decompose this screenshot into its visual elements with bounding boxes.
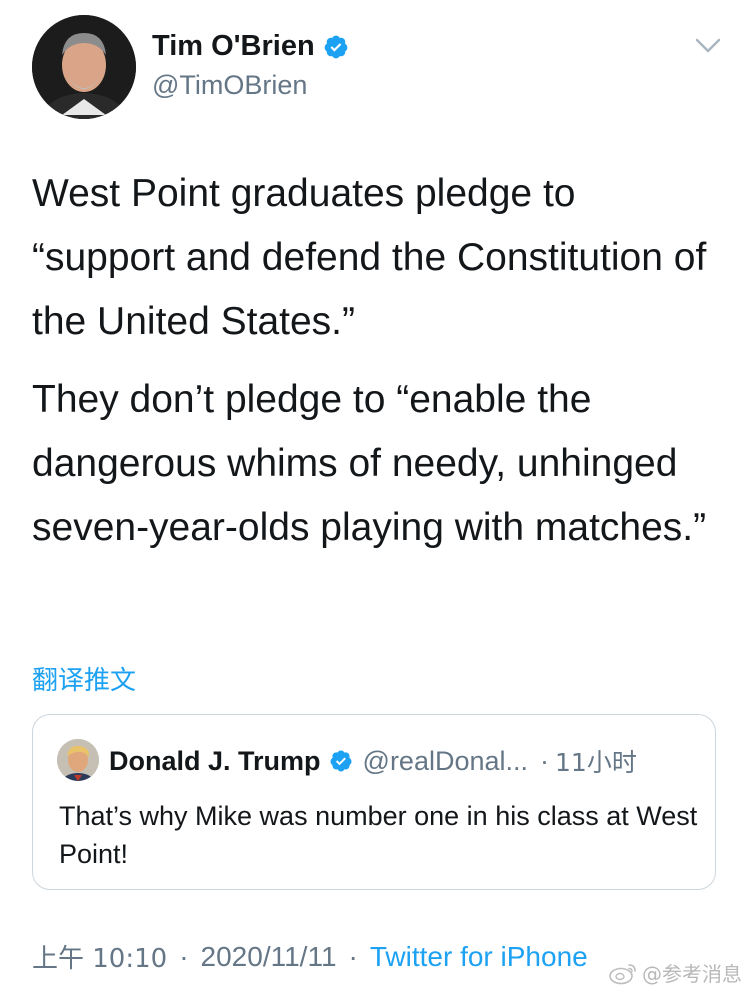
quoted-tweet-card[interactable]: Donald J. Trump @realDonal... · 11小时 Tha… (32, 714, 716, 890)
verified-badge-icon (324, 35, 348, 58)
separator-dot: · (179, 940, 189, 972)
tweet-time: 上午 10:10 (32, 944, 168, 974)
quoted-tweet-time: 11小时 (555, 748, 637, 777)
avatar-portrait (32, 15, 136, 119)
watermark-text: @参考消息 (642, 962, 742, 986)
verified-badge-icon (330, 750, 352, 772)
translate-tweet-link[interactable]: 翻译推文 (32, 660, 136, 697)
tweet-source-link[interactable]: Twitter for iPhone (370, 941, 588, 973)
tweet-date: 2020/11/11 (200, 940, 337, 972)
separator-dot: · (540, 745, 550, 776)
chevron-down-icon[interactable] (694, 36, 722, 56)
quoted-author-handle[interactable]: @realDonal... (363, 746, 528, 777)
tweet-meta: 上午 10:10 · 2020/11/11 · Twitter for iPho… (32, 938, 588, 975)
tweet-text: West Point graduates pledge to “support … (32, 162, 712, 560)
author-avatar[interactable] (32, 15, 136, 119)
weibo-icon (609, 963, 636, 984)
quoted-author-name[interactable]: Donald J. Trump (109, 746, 321, 777)
quoted-author-avatar (57, 739, 99, 781)
tweet-paragraph: They don’t pledge to “enable the dangero… (32, 378, 707, 549)
tweet-paragraph: West Point graduates pledge to “support … (32, 172, 707, 343)
author-display-name[interactable]: Tim O'Brien (152, 30, 315, 63)
quoted-avatar-portrait (57, 739, 99, 781)
watermark: @参考消息 (608, 958, 742, 987)
separator-dot: · (348, 940, 358, 972)
author-name-row[interactable]: Tim O'Brien (152, 30, 349, 63)
quoted-tweet-text: That’s why Mike was number one in his cl… (59, 801, 698, 869)
quoted-tweet-header: Donald J. Trump @realDonal... · 11小时 (109, 743, 637, 779)
author-handle[interactable]: @TimOBrien (152, 70, 307, 101)
